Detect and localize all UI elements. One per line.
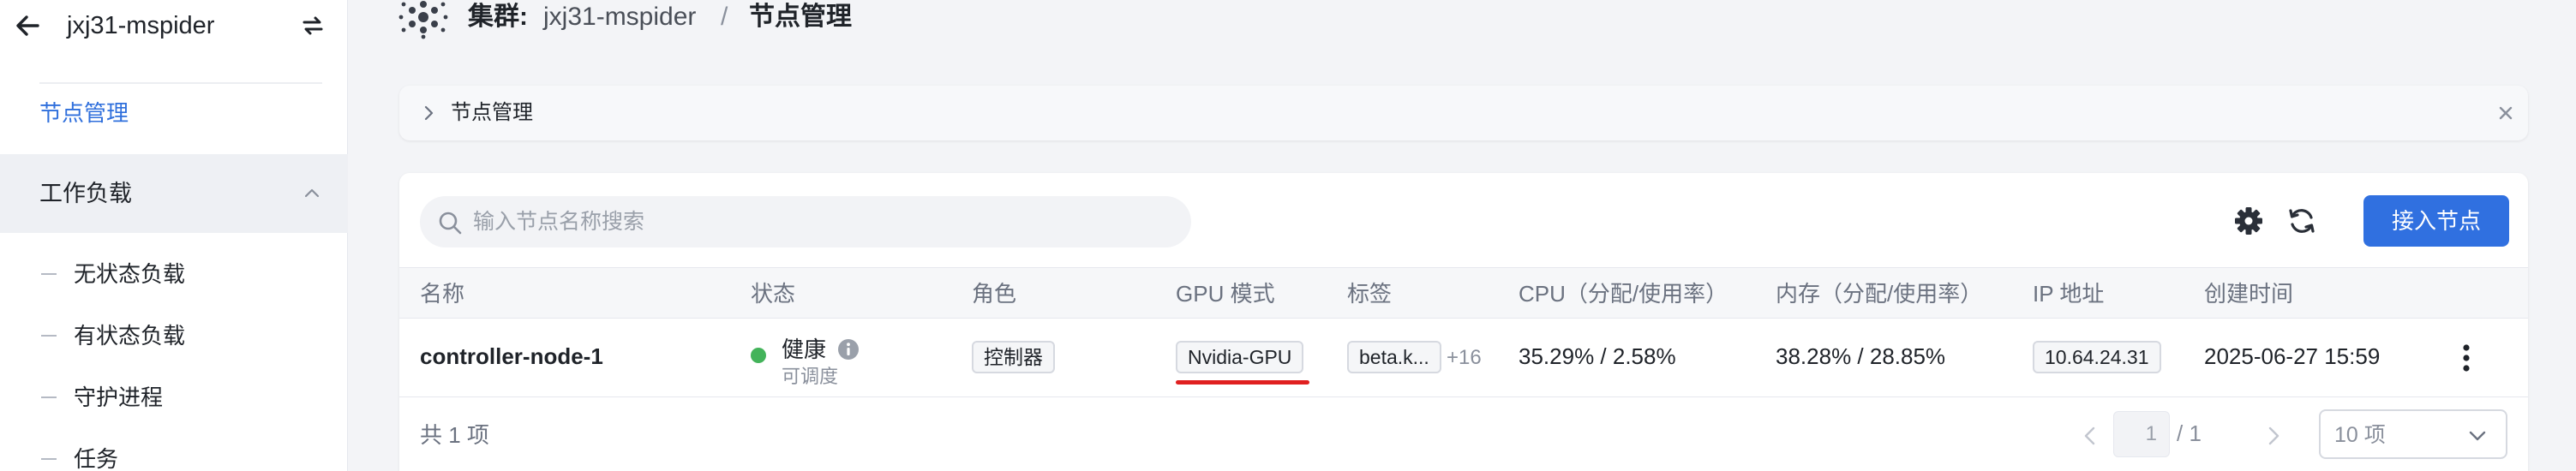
table-header: 名称 状态 角色 GPU 模式 标签 CPU（分配/使用率） 内存（分配/使用率… [399,267,2528,319]
search-box [420,196,1191,247]
node-table-card: 接入节点 名称 状态 角色 GPU 模式 标签 CPU（分配/使用率） 内存（分… [399,173,2528,471]
breadcrumb-cluster-label: 集群: [468,3,528,31]
sidebar-item-daemonsets[interactable]: 守护进程 [0,372,348,423]
created-time: 2025-06-27 15:59 [2204,343,2381,369]
breadcrumb-separator: / [721,3,728,31]
status-indicator [751,348,766,363]
chevron-right-icon[interactable] [418,103,439,123]
cluster-name: jxj31-mspider [67,12,215,39]
switch-cluster-button[interactable] [296,9,330,43]
back-button[interactable] [10,9,45,43]
table-row: controller-node-1 健康 可调度 控制器 Nvidia-GPU … [399,319,2528,397]
sidebar-header: jxj31-mspider [0,0,348,57]
breadcrumb: 集群: jxj31-mspider / 节点管理 [348,0,2576,43]
column-header-cpu[interactable]: CPU（分配/使用率） [1519,277,1728,311]
more-vertical-icon[interactable] [2449,339,2483,377]
sidebar-item-label: 无状态负载 [74,261,186,287]
sidebar-item-deployments[interactable]: 无状态负载 [0,248,348,300]
sidebar-item-dash [41,396,57,398]
sidebar: jxj31-mspider 节点管理 工作负载 无状态负载 有状态负载 守护进程… [0,0,348,471]
page-number-input[interactable] [2113,411,2170,457]
node-management-panel: 节点管理 [399,86,2528,140]
column-header-created[interactable]: 创建时间 [2204,277,2293,311]
label-tag[interactable]: beta.k... [1347,341,1441,373]
breadcrumb-current: 节点管理 [749,3,852,31]
gear-icon[interactable] [2232,204,2266,238]
chevron-right-icon[interactable] [2261,423,2286,449]
sidebar-item-jobs[interactable]: 任务 [0,433,348,471]
refresh-icon[interactable] [2285,204,2319,238]
page-total: / 1 [2177,420,2202,446]
breadcrumb-cluster-name[interactable]: jxj31-mspider [543,0,696,34]
page-size-value: 10 项 [2334,423,2386,447]
sidebar-divider [39,82,322,84]
info-icon[interactable] [836,337,860,361]
more-labels-link[interactable]: +16 [1447,341,1482,375]
chevron-down-icon [2469,431,2486,441]
sidebar-item-statefulsets[interactable]: 有状态负载 [0,310,348,361]
column-header-labels: 标签 [1347,281,1393,307]
sidebar-item-node-management[interactable]: 节点管理 [39,96,129,130]
column-header-gpu-mode: GPU 模式 [1176,281,1275,307]
column-header-memory[interactable]: 内存（分配/使用率） [1776,277,1982,311]
sidebar-group-workloads[interactable]: 工作负载 [0,154,348,233]
page-size-select[interactable]: 10 项 [2319,409,2507,459]
add-node-button[interactable]: 接入节点 [2363,195,2509,247]
ip-address-tag: 10.64.24.31 [2033,341,2161,373]
arrow-left-icon [16,15,39,36]
sidebar-item-dash [41,273,57,275]
chevron-left-icon[interactable] [2077,423,2103,449]
sidebar-item-dash [41,458,57,460]
column-header-ip: IP 地址 [2033,281,2105,307]
memory-usage: 38.28% / 28.85% [1776,343,1946,369]
sidebar-group-label: 工作负载 [39,181,132,206]
chevron-up-icon [304,188,320,198]
close-icon[interactable] [2494,101,2518,125]
search-icon [439,212,462,235]
switch-icon [303,16,323,35]
role-tag: 控制器 [972,341,1055,373]
sidebar-item-label: 有状态负载 [74,323,186,349]
total-count: 共 1 项 [420,422,489,448]
column-header-role: 角色 [972,281,1017,307]
panel-title: 节点管理 [451,101,533,124]
cpu-usage: 35.29% / 2.58% [1519,343,1676,369]
schedulable-label: 可调度 [782,366,839,387]
pagination-bar: 共 1 项 / 1 10 项 [399,397,2528,471]
sidebar-item-dash [41,335,57,337]
column-header-status: 状态 [751,281,796,307]
node-name-link[interactable]: controller-node-1 [420,339,603,373]
gpu-mode-highlight [1176,380,1309,385]
gpu-mode-tag: Nvidia-GPU [1176,341,1304,373]
search-input[interactable] [473,196,1176,247]
sidebar-item-label: 守护进程 [74,385,164,410]
cluster-logo-icon [398,1,448,39]
sidebar-item-label: 任务 [74,446,119,471]
column-header-name[interactable]: 名称 [420,277,464,311]
